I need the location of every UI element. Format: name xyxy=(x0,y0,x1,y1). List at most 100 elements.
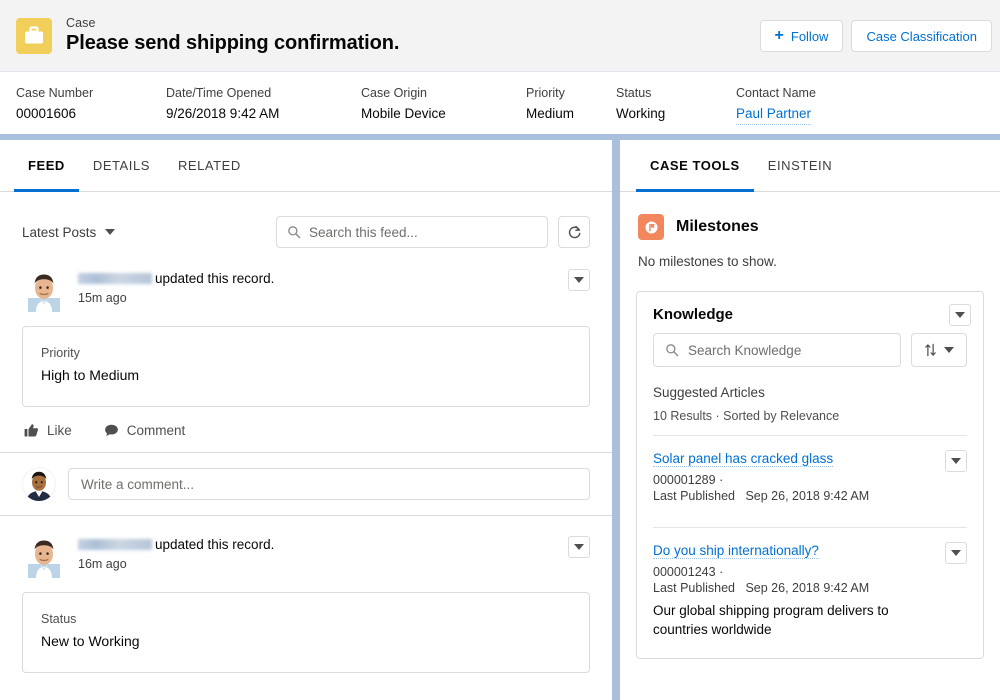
chevron-down-icon xyxy=(955,312,965,318)
field-change-value: New to Working xyxy=(41,633,140,649)
contact-name-link[interactable]: Paul Partner xyxy=(736,104,812,125)
knowledge-card: Knowledge Search Knowledge Suggested Art… xyxy=(636,291,984,659)
knowledge-search-row: Search Knowledge xyxy=(653,333,967,367)
knowledge-article-item: Do you ship internationally? 000001243 ·… xyxy=(653,527,967,651)
search-icon xyxy=(665,343,679,360)
feed-panel: FEED DETAILS RELATED Latest Posts Search… xyxy=(0,140,612,700)
record-header-top: Case Please send shipping confirmation. … xyxy=(0,0,1000,72)
follow-button[interactable]: + Follow xyxy=(759,20,844,52)
knowledge-menu-button[interactable] xyxy=(949,304,971,326)
suggested-articles-heading: Suggested Articles xyxy=(653,385,765,400)
field-value: 9/26/2018 9:42 AM xyxy=(166,106,280,121)
author-name-redacted[interactable] xyxy=(78,539,152,550)
feed-post: updated this record. 16m ago Status New … xyxy=(22,516,590,673)
feed-post-header: updated this record. 16m ago xyxy=(22,534,590,578)
knowledge-sort-button[interactable] xyxy=(911,333,967,367)
milestones-empty-text: No milestones to show. xyxy=(638,254,777,269)
article-number: 000001289 · xyxy=(653,473,967,487)
article-published-label: Last Published xyxy=(653,581,736,595)
field-value: Medium xyxy=(526,106,575,121)
feed-post-byline: updated this record. xyxy=(78,269,274,288)
avatar xyxy=(22,534,66,578)
knowledge-title: Knowledge xyxy=(653,306,734,323)
feed-sort-label: Latest Posts xyxy=(22,224,97,240)
article-separator: · xyxy=(719,473,724,487)
comment-button[interactable]: Comment xyxy=(104,423,186,438)
post-menu-button[interactable] xyxy=(568,536,590,558)
article-published: Last Published Sep 26, 2018 9:42 AM xyxy=(653,581,967,595)
field-change-label: Priority xyxy=(41,346,80,360)
search-feed-input[interactable]: Search this feed... xyxy=(276,216,548,248)
field-label: Date/Time Opened xyxy=(166,86,272,100)
article-title-link[interactable]: Solar panel has cracked glass xyxy=(653,451,834,467)
write-comment-placeholder: Write a comment... xyxy=(81,476,195,492)
article-number: 000001243 · xyxy=(653,565,967,579)
salesforce-case-page: Case Please send shipping confirmation. … xyxy=(0,0,1000,700)
feed-toolbar: Latest Posts Search this feed... xyxy=(0,192,612,254)
field-contact-name: Contact Name Paul Partner xyxy=(736,84,896,134)
article-menu-button[interactable] xyxy=(945,542,967,564)
article-menu-button[interactable] xyxy=(945,450,967,472)
field-value: 00001606 xyxy=(16,106,77,121)
comment-button-label: Comment xyxy=(126,423,186,438)
search-knowledge-input[interactable]: Search Knowledge xyxy=(653,333,901,367)
tab-einstein[interactable]: EINSTEIN xyxy=(754,140,846,191)
avatar xyxy=(22,268,66,312)
article-published: Last Published Sep 26, 2018 9:42 AM xyxy=(653,489,967,503)
chevron-down-icon xyxy=(951,458,961,464)
field-case-number: Case Number 00001606 xyxy=(16,84,156,134)
knowledge-article-item: Solar panel has cracked glass 000001289 … xyxy=(653,435,967,515)
feed-post-action-text: updated this record. xyxy=(155,537,275,552)
case-classification-button[interactable]: Case Classification xyxy=(851,20,992,52)
article-published-date: Sep 26, 2018 9:42 AM xyxy=(745,489,870,503)
write-comment-input[interactable]: Write a comment... xyxy=(68,468,590,500)
chevron-down-icon xyxy=(574,544,584,550)
field-case-origin: Case Origin Mobile Device xyxy=(361,84,516,134)
field-priority: Priority Medium xyxy=(526,84,606,134)
record-header-titles: Case Please send shipping confirmation. xyxy=(66,16,399,55)
record-highlight-fields: Case Number 00001606 Date/Time Opened 9/… xyxy=(0,72,1000,134)
article-title-link[interactable]: Do you ship internationally? xyxy=(653,543,819,559)
chevron-down-icon xyxy=(951,550,961,556)
feed-tabbar: FEED DETAILS RELATED xyxy=(0,140,612,192)
feed-post-meta: updated this record. 16m ago xyxy=(78,534,274,571)
like-button[interactable]: Like xyxy=(24,423,72,438)
record-type-label: Case xyxy=(66,15,96,30)
chevron-down-icon xyxy=(574,277,584,283)
case-tools-tabbar: CASE TOOLS EINSTEIN xyxy=(620,140,1000,192)
thumbs-up-icon xyxy=(24,424,39,437)
feed-list: updated this record. 15m ago Priority Hi… xyxy=(0,254,612,673)
comment-bubble-icon xyxy=(104,424,118,437)
knowledge-result-summary: 10 Results · Sorted by Relevance xyxy=(653,409,840,423)
tab-case-tools[interactable]: CASE TOOLS xyxy=(636,140,754,192)
field-value: Mobile Device xyxy=(361,106,446,121)
tab-related[interactable]: RELATED xyxy=(164,140,255,191)
field-label: Case Number xyxy=(16,86,94,100)
tab-details[interactable]: DETAILS xyxy=(79,140,164,191)
record-header: Case Please send shipping confirmation. … xyxy=(0,0,1000,137)
feed-post-byline: updated this record. xyxy=(78,535,274,554)
header-actions: + Follow Case Classification xyxy=(759,20,992,52)
author-name-redacted[interactable] xyxy=(78,273,152,284)
follow-button-label: Follow xyxy=(790,28,829,44)
refresh-feed-button[interactable] xyxy=(558,216,590,248)
tab-feed[interactable]: FEED xyxy=(14,140,79,192)
avatar xyxy=(22,467,56,501)
field-label: Contact Name xyxy=(736,86,816,100)
article-snippet: Our global shipping program delivers to … xyxy=(653,603,889,637)
article-number-value: 000001243 xyxy=(653,565,716,579)
feed-post-meta: updated this record. 15m ago xyxy=(78,268,274,305)
field-label: Status xyxy=(616,86,652,100)
plus-icon: + xyxy=(774,27,784,44)
feed-post-timestamp: 16m ago xyxy=(78,557,127,571)
feed-post-action-text: updated this record. xyxy=(155,271,275,286)
case-classification-button-label: Case Classification xyxy=(866,28,977,44)
post-menu-button[interactable] xyxy=(568,269,590,291)
article-published-label: Last Published xyxy=(653,489,736,503)
feed-post-actions: Like Comment xyxy=(22,407,590,452)
chevron-down-icon xyxy=(944,347,954,353)
search-feed-placeholder: Search this feed... xyxy=(309,224,418,240)
feed-sort-dropdown[interactable]: Latest Posts xyxy=(22,224,116,240)
feed-post-timestamp: 15m ago xyxy=(78,291,127,305)
field-date-time-opened: Date/Time Opened 9/26/2018 9:42 AM xyxy=(166,84,351,134)
